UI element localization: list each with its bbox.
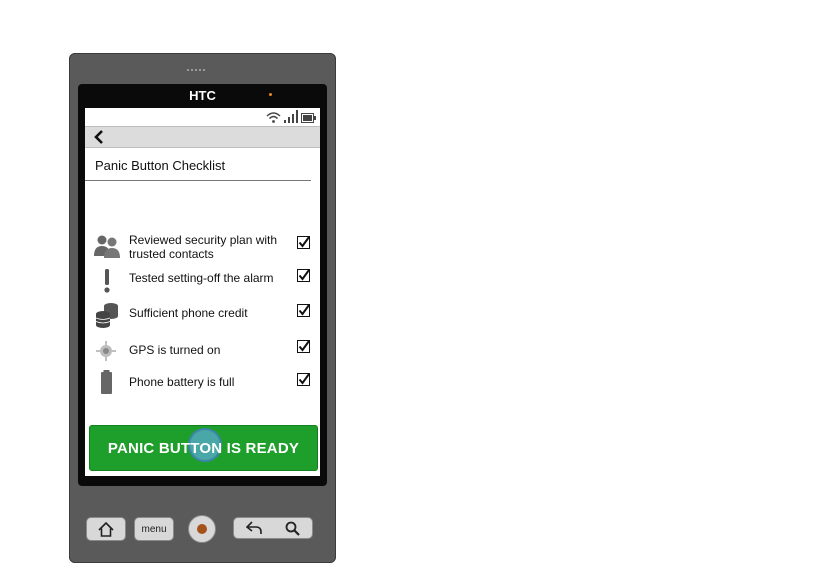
checklist-label: Reviewed security plan with trusted cont… xyxy=(129,233,278,261)
home-icon xyxy=(98,521,114,537)
panic-button[interactable]: PANIC BUTTON IS READY xyxy=(89,425,318,471)
checkbox-checked[interactable] xyxy=(297,269,310,282)
home-button[interactable] xyxy=(86,517,126,541)
action-bar xyxy=(85,126,320,148)
panic-button-label: PANIC BUTTON IS READY xyxy=(107,439,300,457)
battery-icon xyxy=(101,370,112,394)
title-divider xyxy=(85,180,311,181)
speaker-grille xyxy=(187,69,205,73)
gps-icon xyxy=(96,341,116,361)
back-arrow-icon[interactable] xyxy=(91,129,107,145)
checklist-label: Tested setting-off the alarm xyxy=(129,271,274,285)
trackball[interactable] xyxy=(188,515,216,543)
checklist-label: GPS is turned on xyxy=(129,343,221,357)
brand-label: HTC xyxy=(189,88,216,103)
search-icon xyxy=(285,521,300,536)
trackball-center xyxy=(197,524,207,534)
checkbox-checked[interactable] xyxy=(297,340,310,353)
screen: Panic Button Checklist Reviewed security… xyxy=(85,108,320,476)
coins-icon xyxy=(95,303,118,328)
checklist-label: Phone battery is full xyxy=(129,375,235,389)
wifi-icon xyxy=(266,112,281,123)
led-indicator xyxy=(269,93,272,96)
signal-icon xyxy=(284,110,298,123)
phone-frame: HTC Panic Button Checklist Reviewed secu… xyxy=(69,53,336,563)
back-icon xyxy=(246,521,262,534)
back-search-button[interactable] xyxy=(233,517,313,539)
status-bar xyxy=(85,108,320,126)
battery-status-icon xyxy=(301,113,316,123)
menu-button[interactable]: menu xyxy=(134,517,174,541)
checkbox-checked[interactable] xyxy=(297,236,310,249)
exclamation-icon xyxy=(104,269,110,293)
checkbox-checked[interactable] xyxy=(297,304,310,317)
hardware-buttons: menu xyxy=(69,515,336,545)
screen-bezel: HTC Panic Button Checklist Reviewed secu… xyxy=(78,84,327,486)
people-icon xyxy=(94,235,120,258)
checkbox-checked[interactable] xyxy=(297,373,310,386)
page-title: Panic Button Checklist xyxy=(95,158,226,173)
checklist-label: Sufficient phone credit xyxy=(129,306,248,320)
